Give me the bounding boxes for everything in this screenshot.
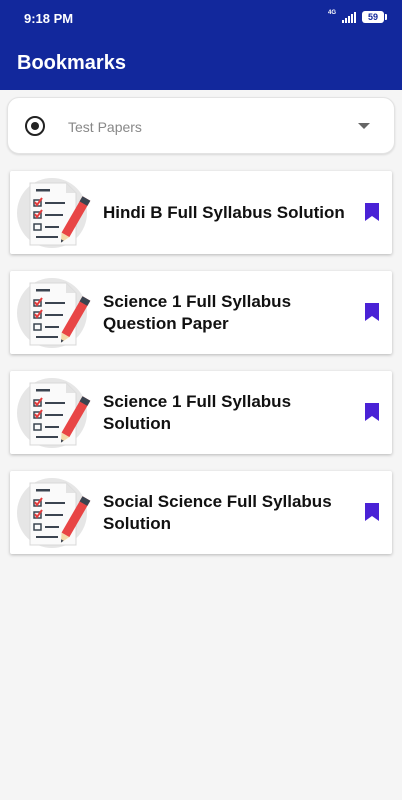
app-bar: Bookmarks bbox=[0, 36, 402, 90]
test-paper-icon bbox=[17, 178, 91, 248]
signal-icon bbox=[342, 11, 356, 23]
test-paper-icon bbox=[17, 278, 91, 348]
test-paper-icon bbox=[17, 478, 91, 548]
bookmark-card[interactable]: Science 1 Full Syllabus Question Paper bbox=[10, 271, 392, 354]
category-selected-value: Test Papers bbox=[68, 119, 142, 135]
test-paper-icon bbox=[17, 378, 91, 448]
battery-icon: 59 bbox=[362, 11, 387, 23]
radio-icon bbox=[25, 116, 45, 136]
bookmark-icon[interactable] bbox=[364, 502, 380, 522]
status-time: 9:18 PM bbox=[24, 11, 74, 26]
status-indicators: 4G 59 bbox=[327, 10, 387, 24]
category-dropdown[interactable]: Test Papers bbox=[7, 97, 395, 154]
battery-level: 59 bbox=[367, 12, 378, 22]
bookmark-card[interactable]: Hindi B Full Syllabus Solution bbox=[10, 171, 392, 254]
bookmark-icon[interactable] bbox=[364, 402, 380, 422]
bookmark-card[interactable]: Science 1 Full Syllabus Solution bbox=[10, 371, 392, 454]
bookmark-icon[interactable] bbox=[364, 302, 380, 322]
page-title: Bookmarks bbox=[17, 52, 126, 74]
bookmark-icon[interactable] bbox=[364, 202, 380, 222]
bookmark-title: Hindi B Full Syllabus Solution bbox=[103, 202, 345, 222]
bookmark-card[interactable]: Social Science Full Syllabus Solution bbox=[10, 471, 392, 554]
status-bar: 9:18 PM 4G 59 bbox=[0, 0, 402, 36]
bookmark-title: Social Science Full Syllabus Solution bbox=[103, 491, 332, 533]
bookmark-title: Science 1 Full Syllabus Question Paper bbox=[103, 291, 292, 333]
network-type: 4G bbox=[327, 10, 336, 16]
chevron-down-icon bbox=[358, 123, 370, 129]
bookmark-title: Science 1 Full Syllabus Solution bbox=[103, 391, 292, 433]
